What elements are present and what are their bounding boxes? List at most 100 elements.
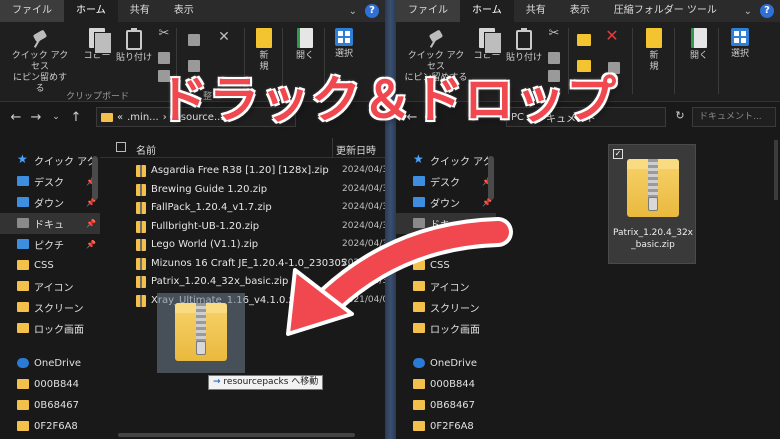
chevron-down-icon[interactable]: ⌄	[349, 6, 357, 17]
item-checkbox[interactable]: ✓	[613, 149, 623, 159]
new-button[interactable]: 新 規	[642, 28, 666, 73]
sidebar-item[interactable]: スクリーン	[396, 297, 496, 318]
tab-home[interactable]: ホーム	[460, 0, 514, 22]
sidebar-item[interactable]: デスク📌	[0, 171, 100, 192]
sidebar-item[interactable]: ピクチ 📌	[396, 234, 496, 255]
refresh-icon[interactable]: ↻	[670, 109, 690, 122]
sidebar-item[interactable]: 000B844	[0, 374, 100, 395]
sidebar-item[interactable]: 000B844	[396, 374, 496, 395]
sidebar-item[interactable]: デスク📌	[396, 171, 496, 192]
sidebar-item[interactable]: 0B68467	[0, 395, 100, 416]
search-input[interactable]: ドキュメント...	[692, 107, 776, 127]
tab-share[interactable]: 共有	[514, 0, 558, 22]
help-icon[interactable]: ?	[365, 4, 379, 18]
tab-view[interactable]: 表示	[162, 0, 206, 22]
select-button[interactable]: 選択	[726, 28, 754, 60]
sidebar-item-label: デスク	[430, 178, 460, 189]
sidebar-item[interactable]: 0F2F6A8	[0, 416, 100, 437]
pictures-icon	[17, 239, 29, 249]
list-header: 名前 更新日時	[100, 138, 385, 158]
copy-button[interactable]: コピー	[82, 28, 112, 62]
paste-label: 貼り付け	[116, 53, 153, 63]
file-name: Asgardia Free R38 [1.20] [128x].zip	[151, 165, 329, 176]
pinned-icon: 📌	[482, 219, 492, 228]
vertical-scrollbar[interactable]	[488, 156, 494, 200]
breadcrumb-segment[interactable]: .min...	[127, 112, 159, 123]
open-icon	[691, 28, 707, 48]
folder-icon	[413, 379, 425, 389]
tab-file[interactable]: ファイル	[0, 0, 64, 22]
zip-file-icon	[136, 294, 146, 307]
help-icon[interactable]: ?	[760, 4, 774, 18]
file-row[interactable]: Patrix_1.20.4_32x_basic.zip 2024/04/3	[100, 273, 385, 291]
sidebar-item[interactable]: OneDrive	[396, 353, 496, 374]
sidebar-item[interactable]: スクリーン	[0, 297, 100, 318]
vertical-scrollbar[interactable]	[774, 140, 778, 200]
sidebar-item-label: ダウン	[430, 199, 460, 210]
sidebar-item[interactable]: 0F2F6A8	[396, 416, 496, 437]
sidebar-item[interactable]: ドキュ 📌	[0, 213, 100, 234]
sidebar-item[interactable]: 0B68467	[396, 395, 496, 416]
sidebar-item[interactable]: アイコン	[396, 276, 496, 297]
file-row[interactable]: Lego World (V1.1).zip 2024/04/3	[100, 236, 385, 254]
delete-button[interactable]: ✕	[214, 30, 234, 45]
copy-button[interactable]: コピー	[472, 28, 502, 62]
sidebar-item[interactable]: ダウン 📌	[0, 192, 100, 213]
address-overflow[interactable]: «	[117, 112, 123, 123]
vertical-scrollbar[interactable]	[92, 156, 98, 200]
tab-view[interactable]: 表示	[558, 0, 602, 22]
open-button[interactable]: 開く	[290, 28, 320, 62]
onedrive-icon	[413, 358, 425, 368]
tab-compressed-folder-tools[interactable]: 圧縮フォルダー ツール	[602, 0, 729, 22]
open-button[interactable]: 開く	[684, 28, 714, 62]
chevron-down-icon[interactable]: ⌄	[744, 6, 752, 17]
desktop-icon	[17, 176, 29, 186]
file-row[interactable]: Brewing Guide 1.20.zip 2024/04/3	[100, 181, 385, 199]
pin-label-2: にピン留めする	[12, 73, 67, 94]
tab-file[interactable]: ファイル	[396, 0, 460, 22]
tab-share[interactable]: 共有	[118, 0, 162, 22]
cut-button[interactable]: ✂	[156, 27, 172, 41]
sidebar-item[interactable]: ロック画面	[396, 318, 496, 339]
pin-quick-access-button[interactable]: クイック アクセス にピン留めする	[10, 30, 70, 95]
sidebar-item[interactable]: CSS	[396, 255, 496, 276]
ribbon-separator	[674, 28, 675, 94]
sidebar-item[interactable]: ダウン 📌	[396, 192, 496, 213]
file-name: Mizunos 16 Craft JE_1.20.4-1.0_230305...	[151, 257, 357, 269]
tab-home[interactable]: ホーム	[64, 0, 118, 22]
column-name-header[interactable]: 名前	[136, 142, 156, 157]
sidebar-item[interactable]: アイコン	[0, 276, 100, 297]
sidebar-item[interactable]: ロック画面	[0, 318, 100, 339]
file-row[interactable]: Asgardia Free R38 [1.20] [128x].zip 2024/…	[100, 162, 385, 180]
paste-button[interactable]: 貼り付け	[506, 28, 542, 64]
delete-button[interactable]: ✕	[602, 28, 622, 45]
file-row[interactable]: Mizunos 16 Craft JE_1.20.4-1.0_230305...…	[100, 255, 385, 273]
cut-button[interactable]: ✂	[546, 27, 562, 41]
recent-chevron-icon[interactable]: ⌄	[46, 112, 66, 122]
zip-file-icon	[136, 239, 146, 251]
sidebar-item[interactable]: ピクチ 📌	[0, 234, 100, 255]
sidebar-item[interactable]: ★ クイック アク	[0, 150, 100, 171]
sidebar-item-label: スクリーン	[34, 304, 84, 315]
column-date-header[interactable]: 更新日時	[336, 142, 376, 157]
back-arrow-icon[interactable]: ←	[6, 110, 26, 125]
column-separator[interactable]	[332, 138, 333, 158]
selected-file-tile[interactable]: ✓ Patrix_1.20.4_32x _basic.zip	[608, 144, 696, 264]
folder-icon	[17, 260, 29, 270]
sidebar-item[interactable]: ドキュ 📌	[396, 213, 496, 234]
paste-button[interactable]: 貼り付け	[116, 28, 153, 64]
forward-arrow-icon[interactable]: →	[26, 110, 46, 125]
horizontal-scrollbar[interactable]	[118, 433, 355, 437]
sidebar-item[interactable]: ★ クイック アク	[396, 150, 496, 171]
up-arrow-icon[interactable]: ↑	[66, 110, 86, 125]
sidebar-item[interactable]: CSS	[0, 255, 100, 276]
select-button[interactable]: 選択	[330, 28, 358, 60]
move-to-button[interactable]	[184, 34, 204, 50]
sidebar-item[interactable]: OneDrive	[0, 353, 100, 374]
star-icon: ★	[413, 152, 424, 166]
file-row[interactable]: FallPack_1.20.4_v1.7.zip 2024/04/3	[100, 199, 385, 217]
select-grid-icon	[731, 28, 749, 46]
file-row[interactable]: Fullbright-UB-1.20.zip 2024/04/3	[100, 218, 385, 236]
move-to-button[interactable]	[574, 34, 594, 49]
select-all-checkbox[interactable]	[116, 142, 126, 152]
